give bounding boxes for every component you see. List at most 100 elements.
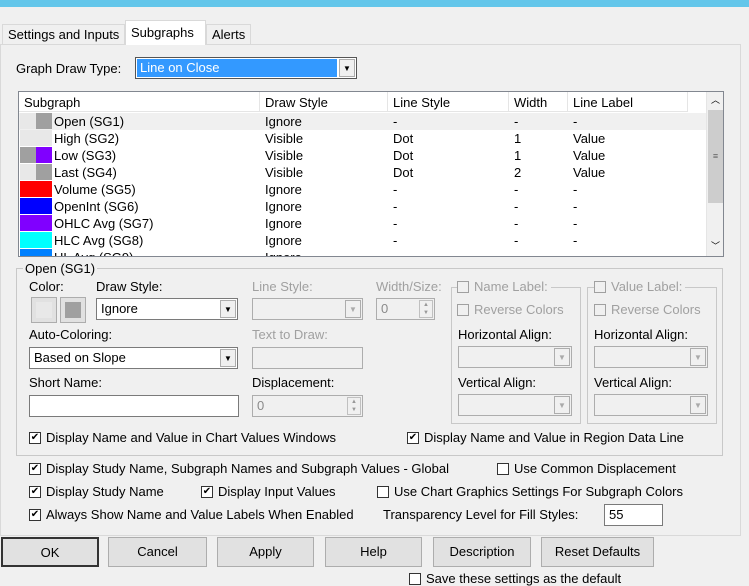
tab-subgraphs[interactable]: Subgraphs <box>125 20 206 45</box>
primary-color-button[interactable] <box>31 297 57 323</box>
draw-style-label: Draw Style: <box>96 279 163 294</box>
save-default-text: Save these settings as the default <box>426 571 622 586</box>
value-reverse-colors-checkbox[interactable]: Reverse Colors <box>594 302 701 317</box>
chart-values-windows-checkbox[interactable]: ✔ Display Name and Value in Chart Values … <box>29 430 336 445</box>
name-label-checkbox[interactable]: Name Label: <box>457 279 551 294</box>
color-swatch <box>20 164 36 180</box>
col-header-line-style[interactable]: Line Style <box>388 92 509 112</box>
chevron-down-icon[interactable]: ▼ <box>345 300 361 318</box>
scroll-up-icon[interactable]: ︿ <box>708 93 723 109</box>
common-displacement-checkbox[interactable]: Use Common Displacement <box>497 461 676 476</box>
color-swatch <box>20 181 36 197</box>
text-to-draw-input[interactable] <box>252 347 363 369</box>
cell-width: 1 <box>514 131 522 146</box>
list-scrollbar[interactable]: ︿ ≡ ﹀ <box>706 92 723 256</box>
cell-name: OHLC Avg (SG7) <box>54 216 154 231</box>
subgraph-list[interactable]: Subgraph Draw Style Line Style Width Lin… <box>18 91 724 257</box>
table-row[interactable]: Last (SG4) Visible Dot 2 Value <box>19 164 707 181</box>
graph-draw-type-select[interactable]: Line on Close ▼ <box>135 57 357 79</box>
width-size-input[interactable]: 0 ▲ ▼ <box>376 298 435 320</box>
cell-line-label: - <box>573 216 578 231</box>
transparency-input[interactable]: 55 <box>604 504 663 526</box>
spinner-icon[interactable]: ▲ ▼ <box>347 397 361 415</box>
line-style-select[interactable]: ▼ <box>252 298 363 320</box>
tab-alerts[interactable]: Alerts <box>206 24 251 45</box>
graph-draw-type-label: Graph Draw Type: <box>16 61 122 76</box>
chevron-down-icon[interactable]: ▼ <box>220 300 236 318</box>
description-button[interactable]: Description <box>433 537 531 567</box>
color-swatch <box>20 113 36 129</box>
cell-width: - <box>514 216 519 231</box>
help-button[interactable]: Help <box>325 537 422 567</box>
color-swatch <box>36 164 52 180</box>
chevron-down-icon[interactable]: ▼ <box>690 348 706 366</box>
spinner-icon[interactable]: ▲ ▼ <box>419 300 433 318</box>
table-row[interactable]: OHLC Avg (SG7) Ignore - - - <box>19 215 707 232</box>
draw-style-value: Ignore <box>101 301 138 316</box>
reverse-colors-text: Reverse Colors <box>611 302 701 317</box>
save-default-checkbox[interactable]: Save these settings as the default <box>409 571 621 586</box>
cell-width: 1 <box>514 148 522 163</box>
chart-values-windows-text: Display Name and Value in Chart Values W… <box>46 430 336 445</box>
cell-draw-style: Visible <box>265 165 304 180</box>
value-label-text: Value Label: <box>611 279 683 294</box>
col-header-width[interactable]: Width <box>509 92 568 112</box>
reset-defaults-button[interactable]: Reset Defaults <box>541 537 654 567</box>
table-row[interactable]: OpenInt (SG6) Ignore - - - <box>19 198 707 215</box>
displacement-input[interactable]: 0 ▲ ▼ <box>252 395 363 417</box>
color-swatch <box>36 113 52 129</box>
always-show-labels-text: Always Show Name and Value Labels When E… <box>46 507 354 522</box>
scroll-thumb[interactable]: ≡ <box>708 110 723 203</box>
ok-button[interactable]: OK <box>1 537 99 567</box>
apply-button[interactable]: Apply <box>217 537 314 567</box>
chevron-down-icon[interactable]: ▼ <box>220 349 236 367</box>
color-swatch <box>20 232 36 248</box>
col-header-subgraph[interactable]: Subgraph <box>19 92 260 112</box>
value-label-checkbox[interactable]: Value Label: <box>594 279 686 294</box>
chevron-down-icon[interactable]: ▼ <box>554 396 570 414</box>
chart-graphics-text: Use Chart Graphics Settings For Subgraph… <box>394 484 684 499</box>
cancel-button[interactable]: Cancel <box>108 537 207 567</box>
chevron-down-icon[interactable]: ▼ <box>339 59 355 77</box>
col-header-line-label[interactable]: Line Label <box>568 92 688 112</box>
value-vertical-align-select[interactable]: ▼ <box>594 394 708 416</box>
secondary-color-button[interactable] <box>60 297 86 323</box>
chevron-down-icon[interactable]: ▼ <box>690 396 706 414</box>
cell-line-style: - <box>393 233 398 248</box>
chevron-down-icon[interactable]: ▼ <box>554 348 570 366</box>
cell-draw-style: Ignore <box>265 250 302 256</box>
color-swatch <box>36 215 52 231</box>
table-row[interactable]: HLC Avg (SG8) Ignore - - - <box>19 232 707 249</box>
name-reverse-colors-checkbox[interactable]: Reverse Colors <box>457 302 564 317</box>
value-horizontal-align-select[interactable]: ▼ <box>594 346 708 368</box>
chart-graphics-checkbox[interactable]: Use Chart Graphics Settings For Subgraph… <box>377 484 683 499</box>
display-global-checkbox[interactable]: ✔ Display Study Name, Subgraph Names and … <box>29 461 449 476</box>
cell-width: 2 <box>514 165 522 180</box>
scroll-down-icon[interactable]: ﹀ <box>708 239 723 255</box>
table-row[interactable]: HL Avg (SG9) Ignore <box>19 249 707 256</box>
name-vertical-align-select[interactable]: ▼ <box>458 394 572 416</box>
tab-settings-and-inputs[interactable]: Settings and Inputs <box>2 24 125 45</box>
auto-coloring-select[interactable]: Based on Slope ▼ <box>29 347 238 369</box>
display-input-values-checkbox[interactable]: ✔ Display Input Values <box>201 484 336 499</box>
cell-name: High (SG2) <box>54 131 120 146</box>
short-name-input[interactable] <box>29 395 239 417</box>
color-swatch <box>36 249 52 256</box>
table-row[interactable]: Volume (SG5) Ignore - - - <box>19 181 707 198</box>
cell-width: - <box>514 199 519 214</box>
group-title: Open (SG1) <box>23 261 98 276</box>
name-horizontal-align-select[interactable]: ▼ <box>458 346 572 368</box>
table-row[interactable]: Open (SG1) Ignore - - - <box>19 113 707 130</box>
region-data-line-checkbox[interactable]: ✔ Display Name and Value in Region Data L… <box>407 430 684 445</box>
table-row[interactable]: Low (SG3) Visible Dot 1 Value <box>19 147 707 164</box>
cell-name: HL Avg (SG9) <box>54 250 133 256</box>
draw-style-select[interactable]: Ignore ▼ <box>96 298 238 320</box>
table-row[interactable]: High (SG2) Visible Dot 1 Value <box>19 130 707 147</box>
always-show-labels-checkbox[interactable]: ✔ Always Show Name and Value Labels When … <box>29 507 354 522</box>
cell-line-label: - <box>573 182 578 197</box>
width-size-value: 0 <box>381 301 389 316</box>
col-header-draw-style[interactable]: Draw Style <box>260 92 388 112</box>
cell-line-label: - <box>573 114 578 129</box>
cell-name: HLC Avg (SG8) <box>54 233 144 248</box>
display-study-name-checkbox[interactable]: ✔ Display Study Name <box>29 484 164 499</box>
